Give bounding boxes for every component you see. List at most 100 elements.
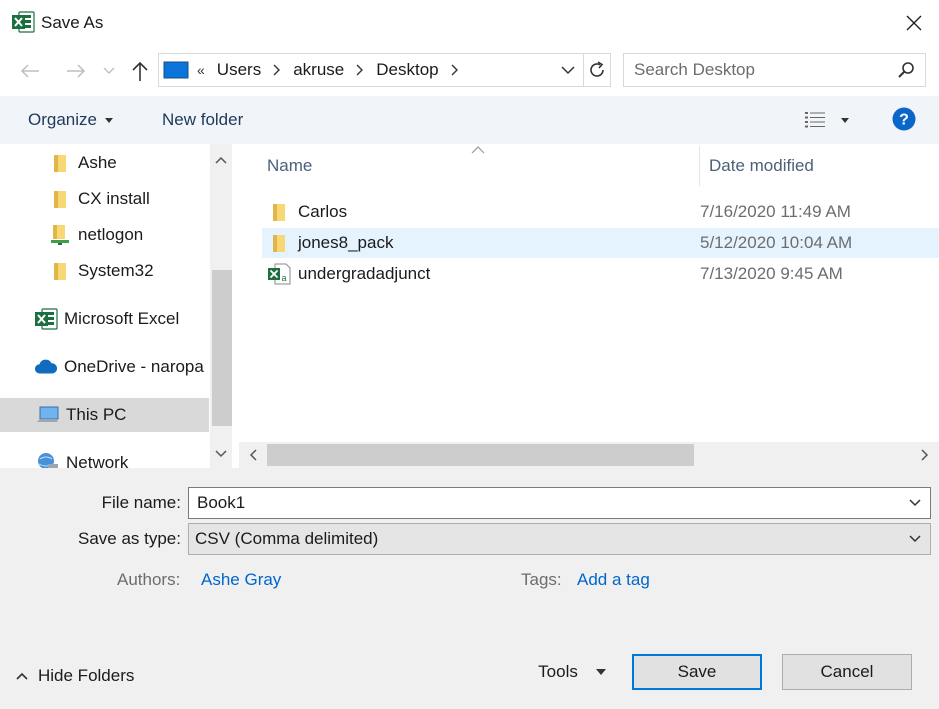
breadcrumb-akruse[interactable]: akruse xyxy=(293,60,344,80)
column-header-name[interactable]: Name xyxy=(267,156,312,176)
excel-icon xyxy=(34,308,58,330)
network-icon xyxy=(36,452,60,468)
caret-down-icon xyxy=(104,117,113,123)
caret-down-icon xyxy=(840,117,849,123)
search-icon[interactable] xyxy=(891,55,921,85)
tags-label: Tags: xyxy=(521,570,562,589)
nav-item-ashe[interactable]: Ashe xyxy=(48,146,117,180)
chevron-left-icon xyxy=(249,449,257,461)
tools-button[interactable]: Tools xyxy=(524,656,620,688)
breadcrumb-users[interactable]: Users xyxy=(217,60,261,80)
file-row-jones8-pack[interactable]: jones8_pack 5/12/2020 10:04 AM xyxy=(262,228,939,258)
file-name: jones8_pack xyxy=(298,233,394,252)
address-bar[interactable]: « Users akruse Desktop xyxy=(158,53,584,87)
file-date: 7/16/2020 11:49 AM xyxy=(700,202,851,221)
forward-button[interactable] xyxy=(60,56,92,86)
chevron-right-icon[interactable] xyxy=(356,64,364,76)
nav-item-microsoft-excel[interactable]: Microsoft Excel xyxy=(34,302,179,336)
file-name: undergradadjunct xyxy=(298,264,431,283)
nav-item-label: System32 xyxy=(78,261,154,280)
file-row-carlos[interactable]: Carlos 7/16/2020 11:49 AM xyxy=(262,197,939,227)
nav-item-label: OneDrive - naropa xyxy=(64,357,204,376)
onedrive-icon xyxy=(34,356,58,378)
column-header-date-modified[interactable]: Date modified xyxy=(709,156,814,176)
nav-item-onedrive[interactable]: OneDrive - naropa xyxy=(34,350,204,384)
address-dropdown-button[interactable] xyxy=(553,54,583,86)
refresh-button[interactable] xyxy=(583,53,611,87)
sort-ascending-icon xyxy=(471,146,485,154)
chevron-down-icon xyxy=(909,499,921,507)
arrow-up-icon xyxy=(132,61,148,81)
search-input[interactable] xyxy=(624,55,891,85)
arrow-left-icon xyxy=(20,64,39,78)
excel-icon xyxy=(11,10,35,34)
chevron-right-icon[interactable] xyxy=(451,64,459,76)
save-as-type-value: CSV (Comma delimited) xyxy=(195,529,379,548)
file-list-scroll-thumb[interactable] xyxy=(267,444,694,466)
close-button[interactable] xyxy=(892,6,936,40)
breadcrumb-desktop[interactable]: Desktop xyxy=(376,60,438,80)
folder-icon xyxy=(48,260,72,282)
file-row-undergradadjunct[interactable]: a undergradadjunct 7/13/2020 9:45 AM xyxy=(262,259,939,289)
title-bar xyxy=(0,0,939,46)
excel-file-icon: a xyxy=(266,263,292,285)
tools-label: Tools xyxy=(538,662,578,681)
authors-label: Authors: xyxy=(117,570,181,589)
chevron-up-icon xyxy=(16,672,28,680)
nav-item-cx-install[interactable]: CX install xyxy=(48,182,150,216)
arrow-right-icon xyxy=(67,64,86,78)
add-tag-link[interactable]: Add a tag xyxy=(577,570,650,590)
svg-text:a: a xyxy=(281,273,286,283)
close-icon xyxy=(906,15,922,31)
nav-item-netlogon[interactable]: netlogon xyxy=(48,218,143,252)
nav-item-label: Network xyxy=(66,453,129,468)
change-view-button[interactable] xyxy=(796,104,856,136)
folder-icon xyxy=(266,201,292,223)
chevron-down-icon xyxy=(909,535,921,543)
navigation-pane[interactable]: Ashe CX install netlogon System32 Micros… xyxy=(0,144,239,468)
organize-label: Organize xyxy=(28,110,97,129)
file-name-label: File name: xyxy=(101,493,181,512)
scroll-left-button[interactable] xyxy=(242,444,264,466)
chevron-down-icon xyxy=(103,67,115,74)
folder-icon xyxy=(48,152,72,174)
nav-item-label: Microsoft Excel xyxy=(64,309,180,328)
file-name-input[interactable] xyxy=(189,489,900,517)
back-button[interactable] xyxy=(14,56,46,86)
hide-folders-button[interactable]: Hide Folders xyxy=(12,664,134,688)
save-as-type-dropdown-button[interactable] xyxy=(900,524,930,554)
nav-item-this-pc[interactable]: This PC xyxy=(0,398,209,432)
cancel-button[interactable]: Cancel xyxy=(782,654,912,690)
file-list[interactable] xyxy=(239,144,939,468)
folder-icon xyxy=(266,232,292,254)
scroll-right-button[interactable] xyxy=(914,444,936,466)
nav-item-label: netlogon xyxy=(78,225,144,244)
chevron-right-icon[interactable] xyxy=(273,64,281,76)
help-button[interactable]: ? xyxy=(889,104,919,134)
new-folder-button[interactable]: New folder xyxy=(150,104,255,136)
nav-scroll-up-button[interactable] xyxy=(210,148,232,172)
save-as-type-label: Save as type: xyxy=(77,529,181,548)
nav-item-network[interactable]: Network xyxy=(36,446,128,468)
nav-scroll-down-button[interactable] xyxy=(210,442,232,466)
file-name-dropdown-button[interactable] xyxy=(900,488,930,518)
nav-pane-scroll-thumb[interactable] xyxy=(212,270,232,426)
save-button[interactable]: Save xyxy=(632,654,762,690)
search-box[interactable] xyxy=(623,53,926,87)
caret-down-icon xyxy=(595,669,606,675)
nav-item-label: This PC xyxy=(66,405,127,424)
up-button[interactable] xyxy=(126,56,154,86)
file-name-combobox[interactable] xyxy=(188,487,931,519)
column-divider[interactable] xyxy=(699,146,700,186)
address-overflow[interactable]: « xyxy=(197,62,205,78)
file-date: 7/13/2020 9:45 AM xyxy=(700,264,843,283)
nav-item-system32[interactable]: System32 xyxy=(48,254,154,288)
nav-item-label: CX install xyxy=(78,189,150,208)
chevron-up-icon xyxy=(215,156,227,164)
recent-locations-button[interactable] xyxy=(100,56,118,86)
authors-link[interactable]: Ashe Gray xyxy=(201,570,281,590)
file-date: 5/12/2020 10:04 AM xyxy=(700,233,853,252)
organize-button[interactable]: Organize xyxy=(14,104,127,136)
details-view-icon xyxy=(804,112,825,128)
save-as-type-select[interactable]: CSV (Comma delimited) xyxy=(188,523,931,555)
